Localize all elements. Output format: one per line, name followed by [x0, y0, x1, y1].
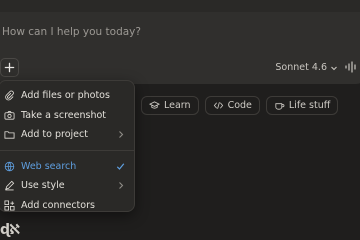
- coffee-cup-icon: [275, 103, 285, 110]
- menu-item-add-connectors[interactable]: Add connectors: [0, 196, 134, 216]
- menu-item-label: Add files or photos: [21, 90, 110, 102]
- menu-item-label: Add to project: [21, 129, 88, 141]
- folder-icon: [4, 129, 15, 140]
- checkmark-icon: [116, 162, 125, 170]
- pen-icon: [4, 180, 15, 191]
- code-icon: [213, 102, 223, 109]
- camera-icon: [4, 110, 15, 121]
- chip-label: Learn: [164, 100, 191, 111]
- chip-label: Life stuff: [288, 100, 331, 111]
- add-button[interactable]: [0, 58, 19, 77]
- menu-item-label: Take a screenshot: [21, 109, 107, 121]
- paperclip-icon: [4, 90, 15, 101]
- chevron-down-icon: [331, 66, 337, 70]
- graduation-cap-icon: [149, 101, 160, 109]
- prompt-input-placeholder[interactable]: How can I help you today?: [2, 26, 141, 38]
- voice-wave-icon[interactable]: [344, 61, 358, 73]
- connectors-icon: [4, 200, 15, 211]
- menu-item-label: Add connectors: [21, 199, 95, 211]
- composer-box[interactable]: [0, 12, 360, 84]
- suggestion-chips: Learn Code Life stuff: [116, 96, 339, 115]
- chevron-right-icon: [119, 131, 124, 138]
- menu-item-take-screenshot[interactable]: Take a screenshot: [0, 106, 134, 126]
- chip-label: Code: [227, 100, 252, 111]
- menu-item-web-search[interactable]: Web search: [0, 157, 134, 177]
- attach-menu: Add files or photos Take a screenshot Ad…: [0, 80, 135, 212]
- model-label: Sonnet 4.6: [275, 62, 327, 73]
- menu-item-label: Use style: [21, 180, 65, 192]
- chip-learn[interactable]: Learn: [141, 96, 199, 115]
- plus-icon: [4, 62, 15, 73]
- app-logo: ɖℵ: [0, 222, 20, 238]
- menu-item-add-to-project[interactable]: Add to project: [0, 125, 134, 145]
- model-selector[interactable]: Sonnet 4.6: [275, 62, 338, 73]
- menu-divider: [0, 149, 134, 151]
- menu-item-label: Web search: [21, 160, 77, 172]
- menu-item-add-files[interactable]: Add files or photos: [0, 86, 134, 106]
- top-strip: [0, 0, 360, 12]
- chip-life-stuff[interactable]: Life stuff: [265, 96, 339, 115]
- menu-item-use-style[interactable]: Use style: [0, 176, 134, 196]
- chip-code[interactable]: Code: [204, 96, 260, 115]
- globe-icon: [4, 161, 15, 172]
- chevron-right-icon: [119, 182, 124, 189]
